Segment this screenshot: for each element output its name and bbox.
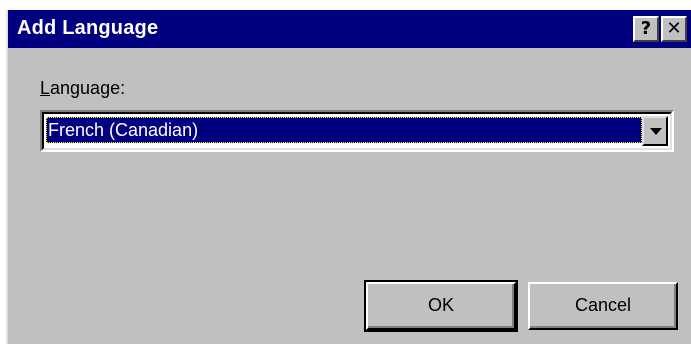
ok-button[interactable]: OK xyxy=(364,280,518,332)
cancel-button[interactable]: Cancel xyxy=(528,282,678,330)
help-button[interactable]: ? xyxy=(633,16,659,42)
dropdown-arrow-button[interactable] xyxy=(642,116,668,146)
language-selected-value[interactable]: French (Canadian) xyxy=(46,117,642,143)
language-label-text: anguage: xyxy=(50,78,126,98)
window-title: Add Language xyxy=(17,17,159,39)
language-dropdown-frame: French (Canadian) xyxy=(42,112,672,150)
language-dropdown[interactable]: French (Canadian) xyxy=(40,110,674,152)
chevron-down-icon xyxy=(650,128,662,135)
language-label-mnemonic: L xyxy=(40,78,51,98)
close-button[interactable]: ✕ xyxy=(661,16,687,42)
title-bar[interactable]: Add Language ? ✕ xyxy=(8,10,691,48)
close-icon: ✕ xyxy=(666,18,682,39)
add-language-dialog: Add Language ? ✕ Language: French (Canad… xyxy=(6,10,691,344)
language-label: Language: xyxy=(40,78,125,99)
ok-button-label: OK xyxy=(427,295,454,315)
question-mark-icon: ? xyxy=(640,18,652,39)
cancel-button-label: Cancel xyxy=(574,295,632,315)
